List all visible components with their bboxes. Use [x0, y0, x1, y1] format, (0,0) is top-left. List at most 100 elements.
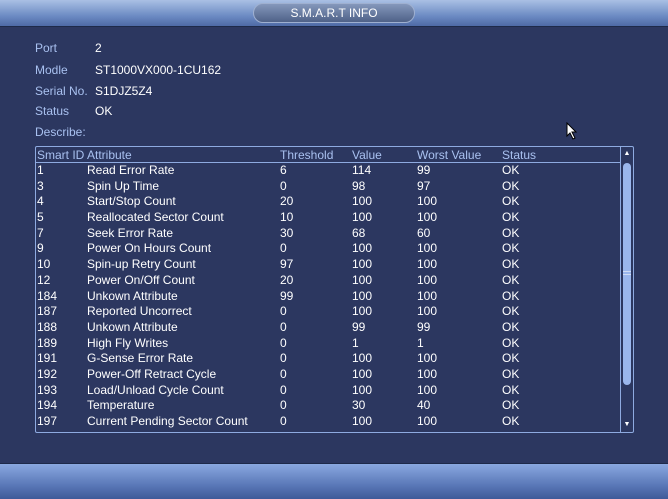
- mouse-cursor-icon: [566, 122, 578, 140]
- cell-smart-id: 5: [37, 210, 44, 225]
- cell-threshold: 6: [280, 163, 287, 177]
- table-row[interactable]: 5 Reallocated Sector Count 10 100 100 OK: [36, 210, 621, 226]
- header-status[interactable]: Status: [502, 147, 536, 163]
- table-row[interactable]: 7 Seek Error Rate 30 68 60 OK: [36, 226, 621, 242]
- grip-icon: [623, 271, 631, 275]
- table-row[interactable]: 197 Current Pending Sector Count 0 100 100 OK: [36, 414, 621, 430]
- cell-value: 100: [352, 272, 373, 287]
- cell-smart-id: 187: [37, 304, 58, 319]
- cell-status: OK: [502, 257, 520, 272]
- cell-worst-value: 100: [417, 414, 438, 428]
- cell-smart-id: 3: [37, 178, 44, 193]
- cell-worst-value: 100: [417, 257, 438, 272]
- cell-value: 100: [352, 210, 373, 225]
- table-row[interactable]: 3 Spin Up Time 0 98 97 OK: [36, 179, 621, 195]
- cell-value: 100: [352, 351, 373, 366]
- table-row[interactable]: 192 Power-Off Retract Cycle 0 100 100 OK: [36, 367, 621, 383]
- cell-status: OK: [502, 382, 520, 397]
- cell-value: 30: [352, 398, 366, 413]
- cell-smart-id: 184: [37, 288, 58, 303]
- cell-value: 100: [352, 257, 373, 272]
- cell-worst-value: 99: [417, 163, 431, 177]
- cell-value: 100: [352, 414, 373, 428]
- cell-attribute: Power On Hours Count: [87, 241, 212, 256]
- cell-status: OK: [502, 225, 520, 240]
- scroll-thumb[interactable]: [623, 163, 631, 385]
- cell-value: 100: [352, 194, 373, 209]
- cell-worst-value: 100: [417, 366, 438, 381]
- cell-status: OK: [502, 319, 520, 334]
- cell-status: OK: [502, 241, 520, 256]
- cell-threshold: 97: [280, 257, 294, 272]
- scroll-down-arrow-icon[interactable]: ▼: [621, 419, 633, 431]
- scrollbar[interactable]: ▲ ▼: [620, 147, 633, 432]
- cell-threshold: 20: [280, 194, 294, 209]
- cell-status: OK: [502, 163, 520, 177]
- smart-table: Smart ID Attribute Threshold Value Worst…: [35, 146, 634, 433]
- cell-value: 99: [352, 319, 366, 334]
- cell-attribute: Read Error Rate: [87, 163, 175, 177]
- cell-worst-value: 100: [417, 351, 438, 366]
- cell-threshold: 0: [280, 366, 287, 381]
- table-row[interactable]: 191 G-Sense Error Rate 0 100 100 OK: [36, 351, 621, 367]
- cell-value: 100: [352, 241, 373, 256]
- cell-worst-value: 100: [417, 241, 438, 256]
- cell-attribute: Unkown Attribute: [87, 288, 178, 303]
- table-row[interactable]: 194 Temperature 0 30 40 OK: [36, 398, 621, 414]
- table-row[interactable]: 189 High Fly Writes 0 1 1 OK: [36, 336, 621, 352]
- cell-attribute: Reported Uncorrect: [87, 304, 192, 319]
- header-value[interactable]: Value: [352, 147, 382, 163]
- cell-smart-id: 189: [37, 335, 58, 350]
- cell-status: OK: [502, 398, 520, 413]
- cell-value: 100: [352, 382, 373, 397]
- cell-threshold: 0: [280, 414, 287, 428]
- cell-status: OK: [502, 194, 520, 209]
- cell-smart-id: 1: [37, 163, 44, 177]
- header-worst-value[interactable]: Worst Value: [417, 147, 481, 163]
- cell-smart-id: 194: [37, 398, 58, 413]
- table-row[interactable]: 188 Unkown Attribute 0 99 99 OK: [36, 320, 621, 336]
- cell-threshold: 0: [280, 382, 287, 397]
- table-row[interactable]: 1 Read Error Rate 6 114 99 OK: [36, 163, 621, 179]
- cell-worst-value: 97: [417, 178, 431, 193]
- cell-worst-value: 40: [417, 398, 431, 413]
- header-smart-id[interactable]: Smart ID: [37, 147, 84, 163]
- cell-attribute: Power-Off Retract Cycle: [87, 366, 217, 381]
- header-attribute[interactable]: Attribute: [87, 147, 132, 163]
- cell-status: OK: [502, 304, 520, 319]
- cell-worst-value: 100: [417, 210, 438, 225]
- serial-label: Serial No.: [35, 84, 88, 98]
- scroll-up-arrow-icon[interactable]: ▲: [621, 148, 633, 160]
- cell-value: 1: [352, 335, 359, 350]
- cell-attribute: Current Pending Sector Count: [87, 414, 248, 428]
- table-row[interactable]: 187 Reported Uncorrect 0 100 100 OK: [36, 304, 621, 320]
- cell-status: OK: [502, 210, 520, 225]
- cell-attribute: Temperature: [87, 398, 155, 413]
- port-label: Port: [35, 41, 58, 55]
- cell-worst-value: 60: [417, 225, 431, 240]
- cell-threshold: 0: [280, 304, 287, 319]
- table-row[interactable]: 4 Start/Stop Count 20 100 100 OK: [36, 194, 621, 210]
- cell-attribute: Seek Error Rate: [87, 225, 174, 240]
- cell-smart-id: 193: [37, 382, 58, 397]
- cell-worst-value: 100: [417, 272, 438, 287]
- model-label: Modle: [35, 63, 68, 77]
- table-row[interactable]: 12 Power On/Off Count 20 100 100 OK: [36, 273, 621, 289]
- cell-status: OK: [502, 272, 520, 287]
- describe-label: Describe:: [35, 125, 86, 139]
- cell-worst-value: 100: [417, 382, 438, 397]
- table-row[interactable]: 193 Load/Unload Cycle Count 0 100 100 OK: [36, 383, 621, 399]
- table-row[interactable]: 9 Power On Hours Count 0 100 100 OK: [36, 241, 621, 257]
- cell-threshold: 10: [280, 210, 294, 225]
- table-row[interactable]: 10 Spin-up Retry Count 97 100 100 OK: [36, 257, 621, 273]
- cell-threshold: 0: [280, 241, 287, 256]
- cell-smart-id: 4: [37, 194, 44, 209]
- cell-status: OK: [502, 366, 520, 381]
- table-row[interactable]: 184 Unkown Attribute 99 100 100 OK: [36, 289, 621, 305]
- cell-smart-id: 7: [37, 225, 44, 240]
- cell-worst-value: 99: [417, 319, 431, 334]
- cell-attribute: Start/Stop Count: [87, 194, 176, 209]
- cell-smart-id: 192: [37, 366, 58, 381]
- cell-status: OK: [502, 178, 520, 193]
- header-threshold[interactable]: Threshold: [280, 147, 333, 163]
